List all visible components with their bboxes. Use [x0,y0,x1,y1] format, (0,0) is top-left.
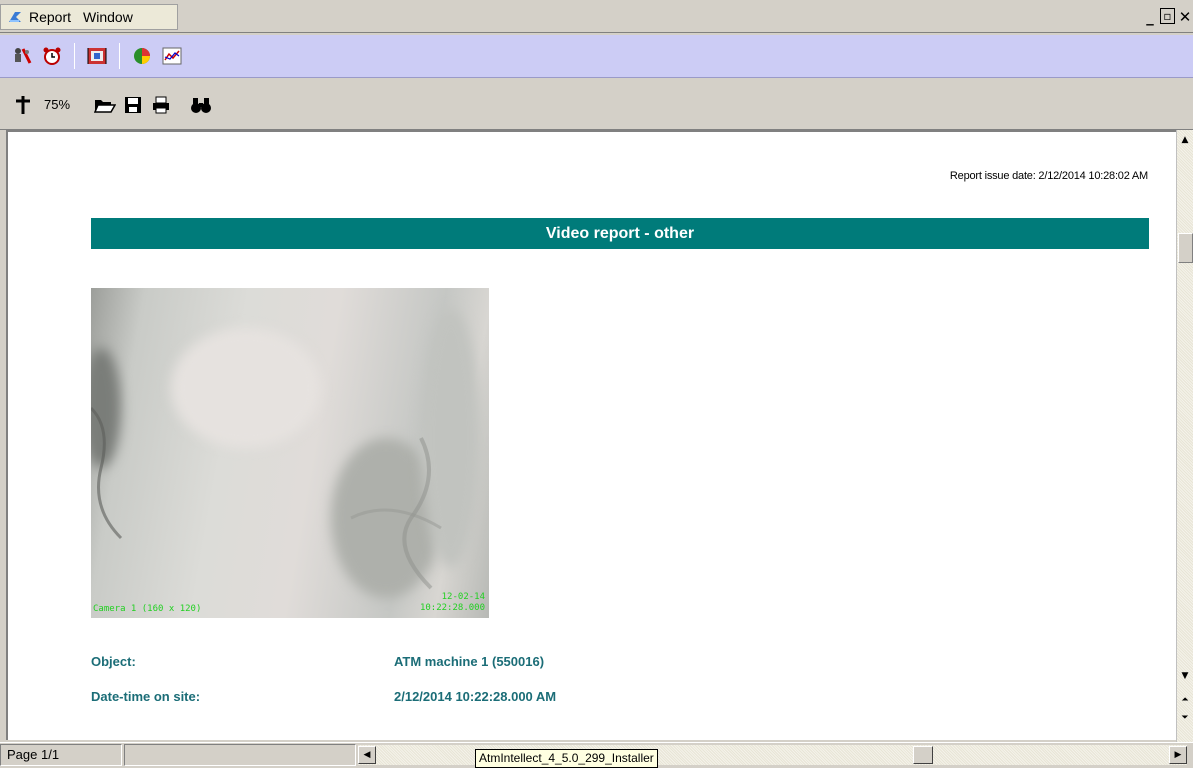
objects-icon[interactable] [10,44,34,68]
camera-overlay-time: 10:22:28.000 [419,603,485,613]
report-title: Video report - other [91,218,1149,249]
alarm-clock-icon[interactable] [40,44,64,68]
close-button[interactable]: ✕ [1177,8,1193,26]
pie-chart-icon[interactable] [130,44,154,68]
zoom-level[interactable]: 75% [44,97,70,112]
print-icon[interactable] [150,94,172,116]
field-label-object: Object: [91,654,136,669]
menu-bar: Report Window _ ▫ ✕ [0,0,1193,33]
scroll-left-icon[interactable]: ◀ [358,746,376,764]
menu-window[interactable]: Window [81,9,139,25]
report-page: Report issue date: 2/12/2014 10:28:02 AM… [6,130,1176,740]
page-down-icon[interactable]: ⏷ [1177,710,1193,726]
camera-overlay-label: Camera 1 (160 x 120) [93,604,202,614]
window-controls: _ ▫ ✕ [1142,8,1193,26]
page-up-icon[interactable]: ⏶ [1177,692,1193,708]
field-label-datetime: Date-time on site: [91,689,201,704]
restore-button[interactable]: ▫ [1160,8,1175,24]
scroll-up-icon[interactable]: ▲ [1177,132,1193,148]
status-empty-panel [124,744,356,766]
scroll-right-icon[interactable]: ▶ [1169,746,1187,764]
menu-strip: Report Window [0,4,178,30]
status-page-number: Page 1/1 [0,744,122,766]
field-value-datetime: 2/12/2014 10:22:28.000 AM [394,689,557,704]
toolbar-separator [119,43,120,69]
toolbar-document: 75% [0,80,1193,130]
binoculars-icon[interactable] [190,94,212,116]
camera-snapshot: Camera 1 (160 x 120) 12-02-14 10:22:28.0… [91,288,489,618]
taskbar-tooltip: AtmIntellect_4_5.0_299_Installer [475,749,658,768]
scroll-down-icon[interactable]: ▼ [1177,668,1193,684]
open-folder-icon[interactable] [94,94,117,116]
vertical-scroll-thumb[interactable] [1178,233,1193,263]
line-chart-icon[interactable] [160,44,184,68]
app-logo-icon [7,9,23,25]
minimize-button[interactable]: _ [1142,8,1158,26]
menu-report[interactable]: Report [27,9,77,25]
camera-overlay-date: 12-02-14 [441,592,485,602]
toolbar-main [0,35,1193,78]
save-icon[interactable] [122,94,144,116]
vertical-scrollbar[interactable]: ▲ ▼ ⏶ ⏷ [1176,130,1193,742]
zoom-icon[interactable] [12,94,34,116]
toolbar-separator [74,43,75,69]
horizontal-scroll-thumb[interactable] [913,746,933,764]
camera-overlay-timestamp: 12-02-14 10:22:28.000 [420,592,485,614]
field-value-object: ATM machine 1 (550016) [394,654,545,669]
report-issue-date: Report issue date: 2/12/2014 10:28:02 AM [949,170,1148,182]
film-icon[interactable] [85,44,109,68]
